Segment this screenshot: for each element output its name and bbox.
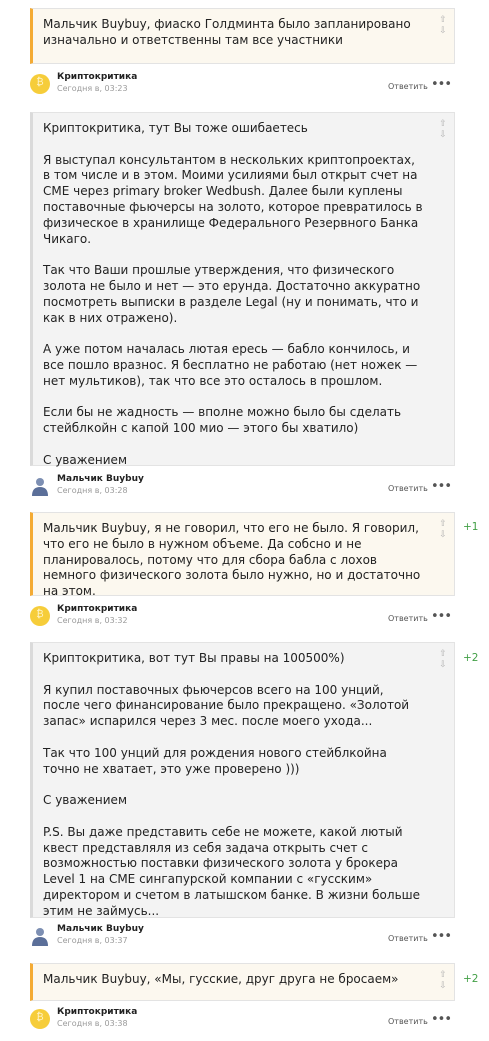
- author-name[interactable]: Криптокритика: [57, 72, 137, 82]
- vote-arrows-icon[interactable]: ⇧ ⇩: [438, 519, 448, 541]
- vote-arrows-icon[interactable]: ⇧ ⇩: [438, 649, 448, 671]
- comment-meta: Криптокритика Сегодня в, 03:32 Ответить …: [30, 604, 455, 630]
- author-name[interactable]: Мальчик Buybuy: [57, 924, 144, 934]
- comment-text: Я купил поставочных фьючерсов всего на 1…: [43, 682, 410, 729]
- author-name[interactable]: Криптокритика: [57, 1007, 137, 1017]
- vote-arrows-icon[interactable]: ⇧ ⇩: [438, 15, 448, 37]
- comment-text: Я выступал консультантом в нескольких кр…: [43, 152, 423, 246]
- timestamp: Сегодня в, 03:38: [57, 1019, 128, 1028]
- user-silhouette-avatar[interactable]: [30, 476, 50, 496]
- comment-text: Криптокритика, тут Вы тоже ошибаетесь: [43, 121, 308, 135]
- comment-text: Мальчик Buybuy, «Мы, гусские, друг друга…: [43, 972, 399, 986]
- timestamp: Сегодня в, 03:32: [57, 616, 128, 625]
- reply-link[interactable]: Ответить: [388, 614, 428, 623]
- comment-text: А уже потом началась лютая ересь — бабло…: [43, 342, 418, 388]
- avatar[interactable]: [30, 1009, 50, 1029]
- comment-bubble: Криптокритика, тут Вы тоже ошибаетесь Я …: [30, 112, 455, 467]
- comment-meta: Криптокритика Сегодня в, 03:38 Ответить …: [30, 1007, 455, 1033]
- reply-link[interactable]: Ответить: [388, 484, 428, 493]
- comment-text: Мальчик Buybuy, фиаско Голдминта было за…: [43, 17, 411, 47]
- comment-text: Криптокритика, вот тут Вы правы на 10050…: [43, 651, 345, 665]
- author-name[interactable]: Мальчик Buybuy: [57, 474, 144, 484]
- reply-link[interactable]: Ответить: [388, 934, 428, 943]
- more-dots-icon[interactable]: •••: [431, 609, 452, 624]
- comment-meta: Мальчик Buybuy Сегодня в, 03:28 Ответить…: [30, 474, 455, 500]
- comment-text: Мальчик Buybuy, я не говорил, что его не…: [43, 521, 421, 599]
- comment-bubble: Мальчик Buybuy, фиаско Голдминта было за…: [30, 8, 455, 64]
- timestamp: Сегодня в, 03:37: [57, 936, 128, 945]
- comment-score: +1: [463, 521, 479, 533]
- more-dots-icon[interactable]: •••: [431, 1012, 452, 1027]
- comment-bubble: Мальчик Buybuy, «Мы, гусские, друг друга…: [30, 963, 455, 1001]
- vote-arrows-icon[interactable]: ⇧ ⇩: [438, 970, 448, 992]
- comment-bubble: Криптокритика, вот тут Вы правы на 10050…: [30, 642, 455, 918]
- more-dots-icon[interactable]: •••: [431, 929, 452, 944]
- reply-link[interactable]: Ответить: [388, 1017, 428, 1026]
- comment-text: Так что Ваши прошлые утверждения, что фи…: [43, 263, 421, 325]
- timestamp: Сегодня в, 03:28: [57, 486, 128, 495]
- comment-score: +2: [463, 652, 479, 664]
- comment-meta: Мальчик Buybuy Сегодня в, 03:37 Ответить…: [30, 924, 455, 950]
- comment-text: С уважением: [43, 452, 127, 467]
- comment-text: С уважением: [43, 793, 127, 808]
- timestamp: Сегодня в, 03:23: [57, 84, 128, 93]
- vote-arrows-icon[interactable]: ⇧ ⇩: [438, 119, 448, 141]
- avatar[interactable]: [30, 606, 50, 626]
- comment-text: Если бы не жадность — вполне можно было …: [43, 405, 402, 436]
- comment-text: Так что 100 унций для рождения нового ст…: [43, 745, 387, 776]
- comment-score: +2: [463, 973, 479, 985]
- comment-meta: Криптокритика Сегодня в, 03:23 Ответить …: [30, 72, 455, 98]
- author-name[interactable]: Криптокритика: [57, 604, 137, 614]
- comment-text: P.S. Вы даже представить себе не можете,…: [43, 824, 420, 918]
- reply-link[interactable]: Ответить: [388, 82, 428, 91]
- more-dots-icon[interactable]: •••: [431, 479, 452, 494]
- avatar[interactable]: [30, 74, 50, 94]
- user-silhouette-avatar[interactable]: [30, 926, 50, 946]
- comment-bubble: Мальчик Buybuy, я не говорил, что его не…: [30, 512, 455, 598]
- more-dots-icon[interactable]: •••: [431, 77, 452, 92]
